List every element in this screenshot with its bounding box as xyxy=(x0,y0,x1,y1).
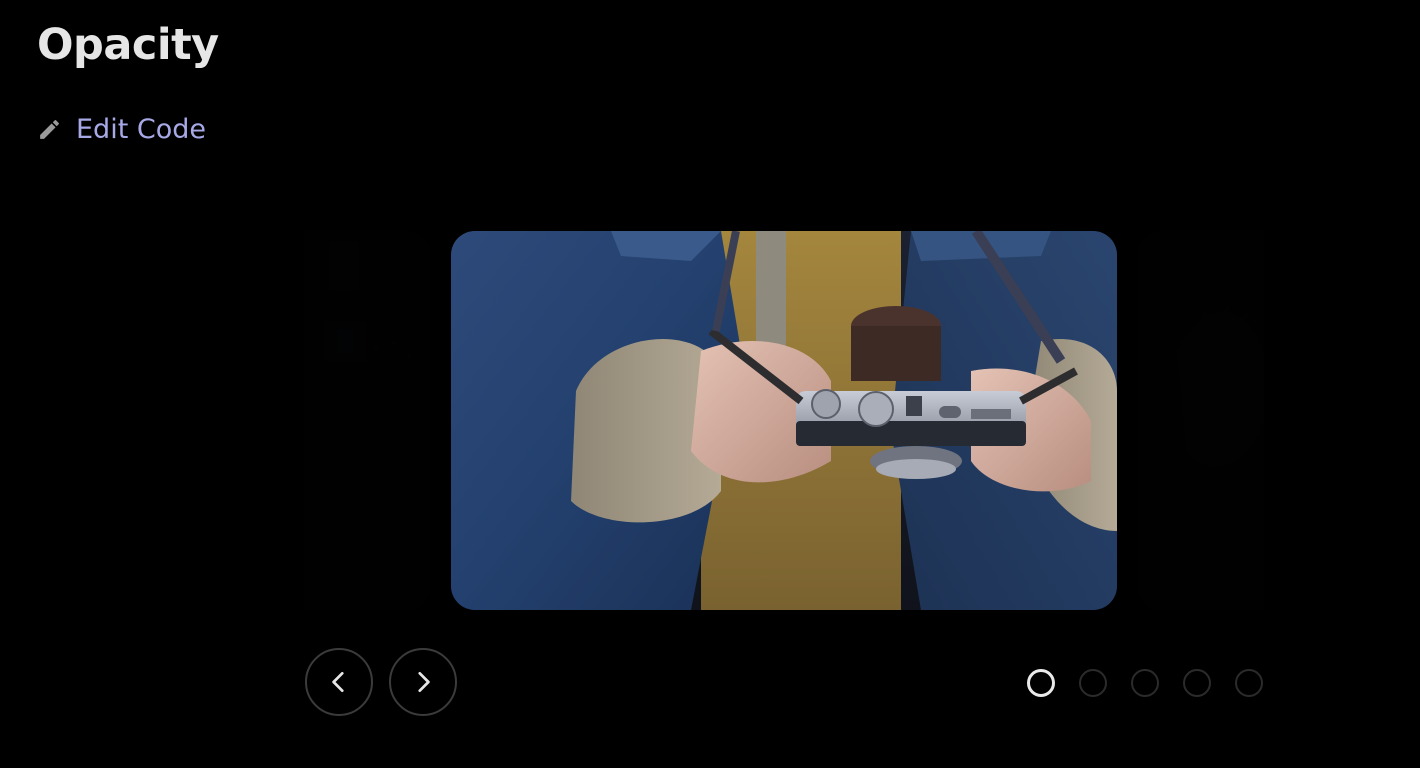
pagination-dots xyxy=(1027,669,1263,697)
edit-code-link[interactable]: Edit Code xyxy=(37,114,206,145)
page: Opacity Edit Code xyxy=(0,0,1420,768)
pagination-dot-3[interactable] xyxy=(1131,669,1159,697)
chevron-right-icon xyxy=(418,671,430,693)
chevron-left-icon xyxy=(332,671,344,693)
pagination-dot-2[interactable] xyxy=(1079,669,1107,697)
slide-next[interactable] xyxy=(1137,231,1264,610)
pencil-icon xyxy=(37,117,62,142)
slide-next-image xyxy=(1137,231,1264,610)
pagination-dot-1[interactable] xyxy=(1027,669,1055,697)
edit-code-label: Edit Code xyxy=(76,114,206,145)
carousel-viewport xyxy=(304,231,1264,610)
slide-previous-image xyxy=(304,231,431,610)
pagination-dot-4[interactable] xyxy=(1183,669,1211,697)
slide-current[interactable] xyxy=(451,231,1117,610)
next-slide-button[interactable] xyxy=(389,648,457,716)
pagination-dot-5[interactable] xyxy=(1235,669,1263,697)
previous-slide-button[interactable] xyxy=(305,648,373,716)
slide-previous[interactable] xyxy=(304,231,431,610)
page-title: Opacity xyxy=(37,20,219,70)
camera-photo-image xyxy=(451,231,1117,610)
